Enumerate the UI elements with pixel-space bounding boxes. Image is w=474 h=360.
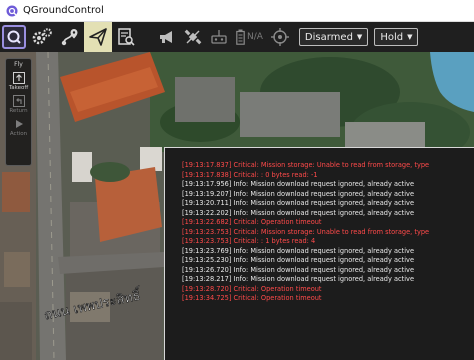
settings-button[interactable] <box>28 22 56 52</box>
log-line: [19:13:25.230] Info: Mission download re… <box>182 256 414 264</box>
window-title: QGroundControl <box>23 5 104 16</box>
rc-transmitter-icon <box>211 30 227 44</box>
fly-tools-panel: Fly Takeoff Return Action <box>5 58 32 166</box>
qgc-logo-button[interactable] <box>2 25 26 49</box>
chevron-down-icon: ▼ <box>407 33 413 41</box>
return-button[interactable]: Return <box>6 95 31 114</box>
log-line: [19:13:34.725] Critical: Operation timeo… <box>182 294 322 302</box>
message-console[interactable]: [19:13:17.837] Critical: Mission storage… <box>164 147 474 360</box>
log-line: [19:13:23.753] Critical: : 1 bytes read:… <box>182 237 316 245</box>
return-icon <box>12 95 25 107</box>
log-line: [19:13:22.202] Info: Mission download re… <box>182 208 414 217</box>
route-plan-icon <box>61 29 78 46</box>
satellite-off-icon <box>184 29 202 45</box>
log-line: [19:13:17.956] Info: Mission download re… <box>182 180 414 188</box>
log-line: [19:13:23.769] Info: Mission download re… <box>182 246 414 255</box>
plan-view-button[interactable] <box>56 22 84 52</box>
gears-icon <box>32 28 52 45</box>
gimbal-indicator[interactable] <box>270 22 289 52</box>
flight-mode-label: Hold <box>380 31 404 43</box>
log-line: [19:13:23.753] Critical: Mission storage… <box>182 227 430 236</box>
log-line: [19:13:26.720] Info: Mission download re… <box>182 265 414 274</box>
fly-view-button[interactable] <box>84 22 112 52</box>
analyze-button[interactable] <box>112 22 140 52</box>
log-line: [19:13:17.838] Critical: : 0 bytes read:… <box>182 170 318 179</box>
gps-indicator[interactable] <box>184 22 202 52</box>
play-icon <box>15 120 23 128</box>
action-label: Action <box>9 131 28 137</box>
arm-state-dropdown[interactable]: Disarmed ▼ <box>298 28 369 46</box>
messages-indicator[interactable] <box>158 22 176 52</box>
log-line: [19:13:28.720] Critical: Operation timeo… <box>182 284 322 293</box>
log-line: [19:13:20.711] Info: Mission download re… <box>182 199 414 207</box>
log-line: [19:13:28.217] Info: Mission download re… <box>182 275 414 283</box>
log-line: [19:13:22.682] Critical: Operation timeo… <box>182 218 322 226</box>
qgc-app-icon <box>6 5 18 16</box>
takeoff-label: Takeoff <box>8 85 29 91</box>
log-line: [19:13:17.837] Critical: Mission storage… <box>182 161 430 169</box>
megaphone-icon <box>160 31 172 43</box>
battery-indicator[interactable]: N/A <box>236 22 263 52</box>
log-line: [19:13:19.207] Info: Mission download re… <box>182 189 414 198</box>
rc-rssi-indicator[interactable] <box>210 22 228 52</box>
return-label: Return <box>9 108 28 114</box>
takeoff-icon <box>12 72 25 84</box>
fly-tools-header: Fly <box>14 61 23 68</box>
window-titlebar: QGroundControl <box>0 0 474 22</box>
chevron-down-icon: ▼ <box>356 33 363 41</box>
document-analyze-icon <box>118 28 135 46</box>
paper-plane-icon <box>89 28 107 46</box>
battery-value: N/A <box>247 32 263 42</box>
crosshair-icon <box>270 28 289 46</box>
console-lines: [19:13:17.837] Critical: Mission storage… <box>182 161 474 304</box>
main-toolbar: N/A Disarmed ▼ Hold ▼ <box>0 22 474 52</box>
battery-icon <box>236 29 245 45</box>
action-button[interactable]: Action <box>6 118 31 137</box>
takeoff-button[interactable]: Takeoff <box>6 72 31 91</box>
flight-mode-dropdown[interactable]: Hold ▼ <box>374 28 419 46</box>
arm-state-label: Disarmed <box>304 31 353 43</box>
qgc-logo-icon <box>7 30 21 44</box>
